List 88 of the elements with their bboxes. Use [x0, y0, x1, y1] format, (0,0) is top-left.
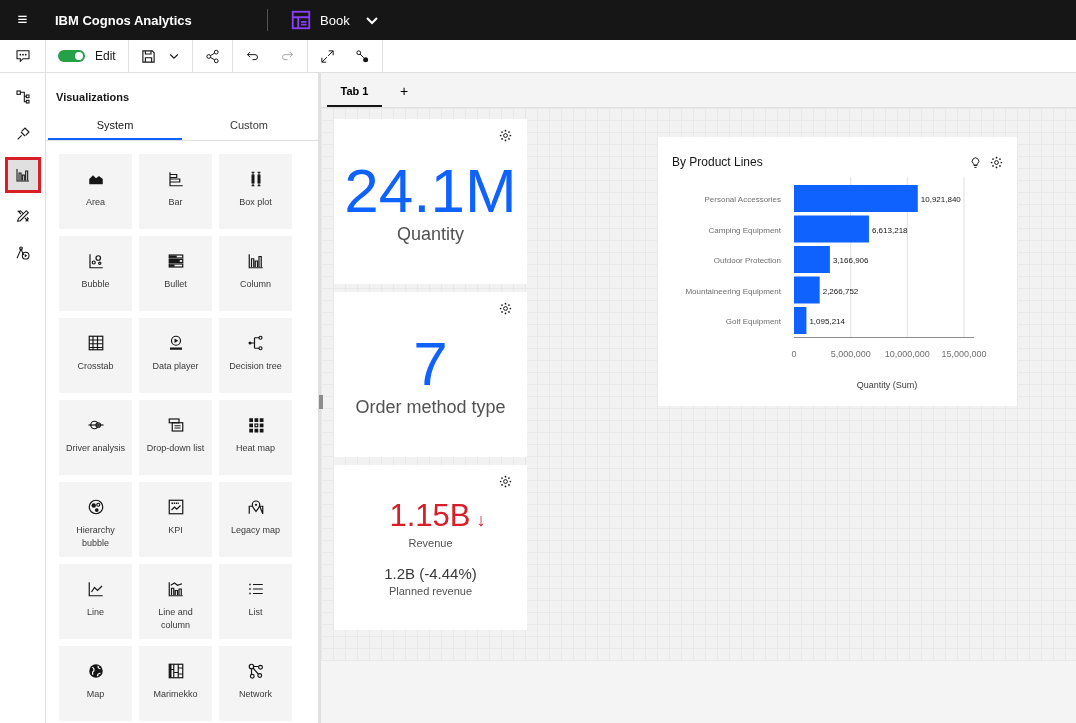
value-label: 2,266,752: [822, 286, 859, 296]
table-icon: [86, 334, 105, 352]
kpi-label: Quantity: [396, 224, 464, 245]
category-label: Golf Equipment: [725, 317, 781, 326]
tree-icon: [246, 334, 265, 352]
target-value: 1.2B (-4.44%): [384, 565, 477, 582]
value-label: 10,921,840: [920, 195, 961, 204]
column-chart-icon: [14, 167, 31, 183]
panel-title: Visualizations: [55, 90, 131, 105]
settings-icon[interactable]: [499, 475, 512, 488]
visualization-tile[interactable]: Marimekko: [139, 646, 212, 721]
column-chart-icon: [246, 252, 265, 270]
menu-icon[interactable]: ≡: [0, 10, 45, 30]
visualization-tile[interactable]: Decision tree: [219, 318, 292, 393]
target-label: Planned revenue: [388, 585, 473, 597]
visualization-tile[interactable]: Legacy map: [219, 482, 292, 557]
visualization-tile[interactable]: Box plot: [219, 154, 292, 229]
line-column-icon: [166, 580, 185, 598]
edit-toggle[interactable]: [58, 50, 85, 62]
tools-icon: [14, 208, 31, 224]
map-pin-icon: [246, 498, 265, 516]
visualization-tile[interactable]: Hierarchy bubble: [59, 482, 132, 557]
value-label: 6,613,218: [871, 225, 908, 235]
panel-tab[interactable]: Custom: [182, 119, 316, 140]
rail-button[interactable]: [4, 157, 41, 193]
save-icon[interactable]: [140, 48, 156, 64]
panel-tab[interactable]: System: [48, 119, 182, 140]
visualization-tile[interactable]: Line: [59, 564, 132, 639]
visualization-tile[interactable]: Bubble: [59, 236, 132, 311]
kpi-label: Order method type: [355, 397, 506, 418]
shapes-play-icon: [14, 245, 31, 261]
visualization-tile[interactable]: Crosstab: [59, 318, 132, 393]
document-type-dropdown[interactable]: Book: [320, 12, 380, 28]
bar-chart-icon: [166, 170, 185, 188]
trend-arrow: ↓: [476, 510, 486, 531]
bullet-chart-icon: [166, 252, 185, 270]
tick-label: 0: [791, 349, 797, 359]
kpi-value: 7: [413, 331, 448, 397]
kpi-label: Revenue: [408, 537, 453, 549]
book-icon: [290, 9, 312, 31]
visualization-tile[interactable]: Bullet: [139, 236, 212, 311]
edit-label: Edit: [95, 49, 116, 63]
bubbles-icon: [86, 498, 105, 516]
network-icon: [246, 662, 265, 680]
chart-title: By Product Lines: [672, 155, 764, 169]
visualization-tile[interactable]: Map: [59, 646, 132, 721]
visualization-tile[interactable]: KPI: [139, 482, 212, 557]
category-label: Mountaineering Equipment: [685, 286, 781, 296]
visualization-tile[interactable]: Driver analysis: [59, 400, 132, 475]
category-label: Personal Accessories: [704, 195, 781, 204]
category-label: Outdoor Protection: [713, 256, 781, 265]
line-chart-icon: [86, 580, 105, 598]
product-title: IBM Cognos Analytics: [55, 12, 193, 28]
add-tab-button[interactable]: +: [388, 83, 421, 107]
value-label: 3,166,906: [832, 256, 869, 265]
share-icon[interactable]: [204, 48, 220, 64]
category-label: Camping Equipment: [708, 225, 781, 235]
hierarchy-icon: [14, 89, 31, 105]
tick-label: 15,000,000: [941, 349, 987, 359]
dropdown-icon: [166, 416, 185, 434]
kpi-icon: [166, 498, 185, 516]
value-label: 1,095,214: [809, 317, 845, 326]
settings-icon[interactable]: [499, 302, 512, 315]
expand-icon[interactable]: [319, 48, 335, 64]
visualization-tile[interactable]: Data player: [139, 318, 212, 393]
visualization-tile[interactable]: Heat map: [219, 400, 292, 475]
visualization-tile[interactable]: Line and column: [139, 564, 212, 639]
visualization-tile[interactable]: Area: [59, 154, 132, 229]
globe-icon: [86, 662, 105, 680]
settings-icon[interactable]: [990, 155, 1003, 169]
settings-icon[interactable]: [499, 129, 512, 142]
resize-handle[interactable]: [319, 395, 323, 409]
visualization-tile[interactable]: Drop-down list: [139, 400, 212, 475]
marimekko-icon: [166, 662, 185, 680]
kpi-value: 24.1M: [344, 158, 517, 224]
visualization-tile[interactable]: Bar: [139, 154, 212, 229]
comment-icon[interactable]: [14, 48, 31, 64]
nodes-icon[interactable]: [354, 48, 370, 64]
tick-label: 10,000,000: [884, 349, 930, 359]
lightbulb-icon[interactable]: [969, 155, 982, 169]
visualization-tile[interactable]: Network: [219, 646, 292, 721]
bubble-chart-icon: [86, 252, 105, 270]
visualization-tile[interactable]: List: [219, 564, 292, 639]
heat-map-icon: [246, 416, 265, 434]
tick-label: 5,000,000: [830, 349, 871, 359]
kpi-value: 1.15B: [389, 498, 471, 534]
axis-title: Quantity (Sum): [856, 380, 918, 390]
visualization-tile[interactable]: Column: [219, 236, 292, 311]
